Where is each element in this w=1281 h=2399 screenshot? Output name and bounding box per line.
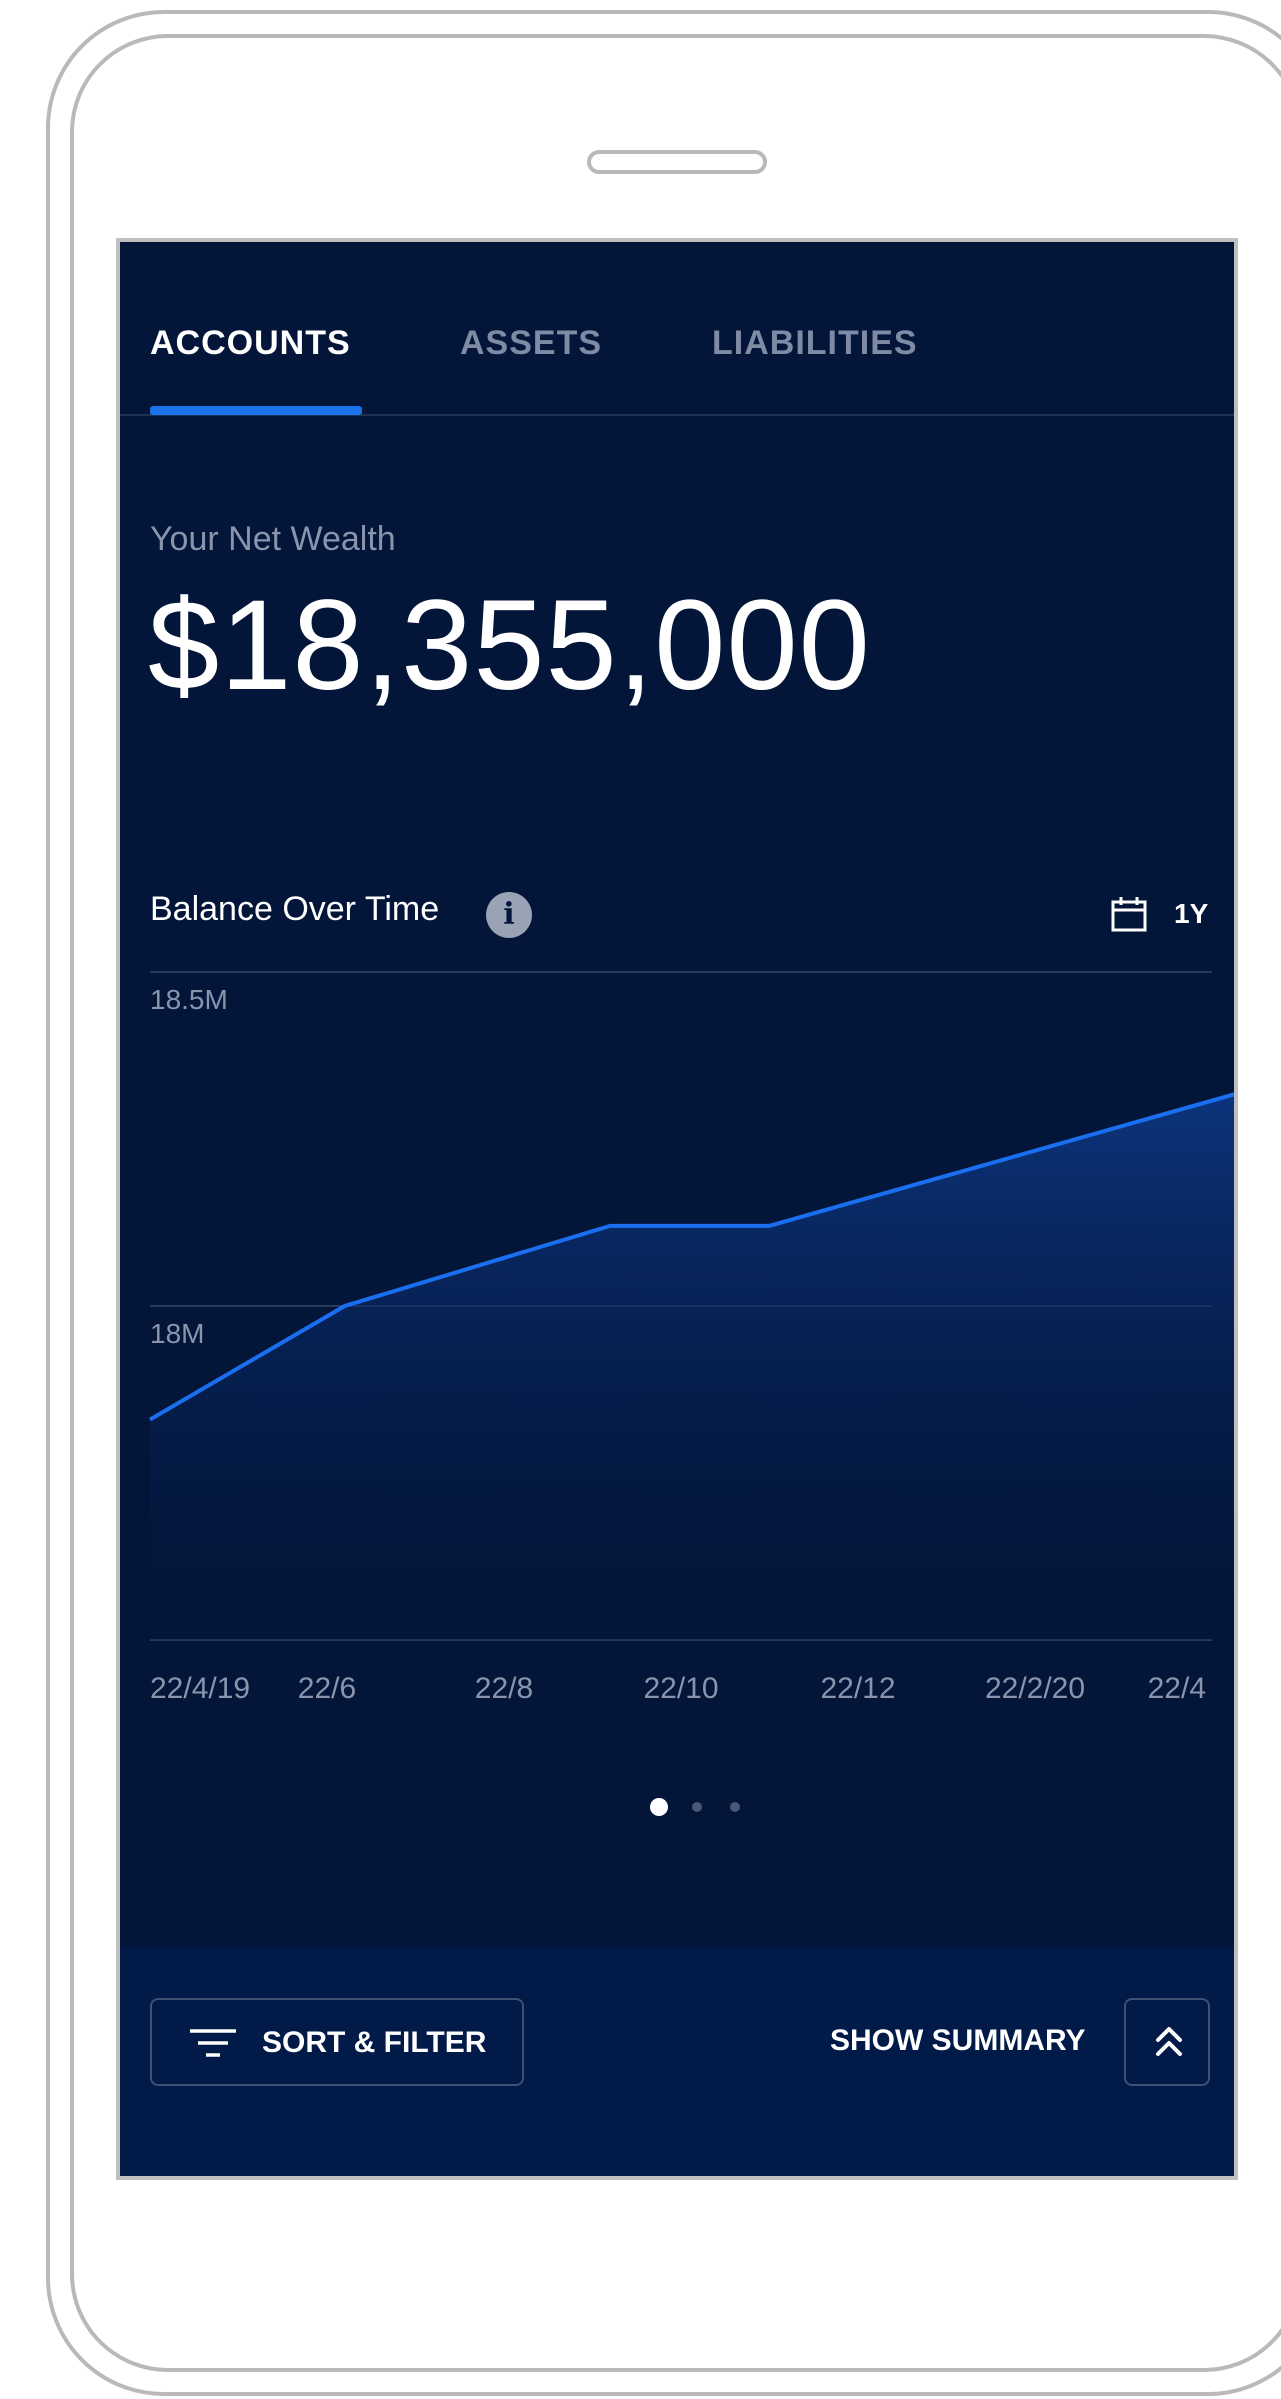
tab-bar: ACCOUNTS ASSETS LIABILITIES — [120, 242, 1234, 416]
tab-liabilities[interactable]: LIABILITIES — [712, 324, 918, 363]
chart-title: Balance Over Time — [150, 890, 440, 928]
carousel-indicator — [120, 1798, 1234, 1818]
x-tick-label: 22/8 — [474, 1672, 534, 1705]
filter-lines-icon — [190, 2029, 236, 2057]
x-tick-label: 22/6 — [297, 1672, 357, 1705]
calendar-icon[interactable] — [1110, 896, 1148, 932]
show-summary-label[interactable]: SHOW SUMMARY — [830, 2024, 1086, 2058]
info-icon[interactable]: i — [486, 892, 532, 938]
x-tick-label: 22/10 — [643, 1672, 719, 1705]
x-tick-label: 22/4 — [1147, 1672, 1206, 1705]
sort-filter-button[interactable]: SORT & FILTER — [150, 1998, 524, 2086]
range-selector[interactable]: 1Y — [1174, 898, 1208, 930]
net-wealth-value: $18,355,000 — [148, 574, 871, 717]
x-tick-label: 22/2/20 — [984, 1672, 1086, 1705]
active-tab-indicator — [150, 406, 362, 415]
chart-area-fill — [150, 1094, 1234, 1640]
tab-assets[interactable]: ASSETS — [460, 324, 602, 363]
y-tick-label: 18.5M — [150, 984, 228, 1015]
tab-accounts[interactable]: ACCOUNTS — [150, 324, 351, 363]
carousel-dot[interactable] — [730, 1802, 740, 1812]
double-chevron-up-icon — [1156, 2027, 1182, 2056]
carousel-dot[interactable] — [650, 1798, 668, 1816]
show-summary-button[interactable] — [1124, 1998, 1210, 2086]
x-tick-label: 22/4/19 — [150, 1672, 251, 1705]
x-tick-label: 22/12 — [820, 1672, 896, 1705]
app-screen: ACCOUNTS ASSETS LIABILITIES Your Net Wea… — [116, 238, 1238, 2180]
sort-filter-label: SORT & FILTER — [262, 2026, 487, 2059]
chart-series-line — [148, 1092, 1234, 1422]
y-tick-label: 18M — [150, 1318, 205, 1349]
carousel-dot[interactable] — [692, 1802, 702, 1812]
phone-speaker — [587, 150, 767, 174]
net-wealth-label: Your Net Wealth — [150, 520, 396, 558]
